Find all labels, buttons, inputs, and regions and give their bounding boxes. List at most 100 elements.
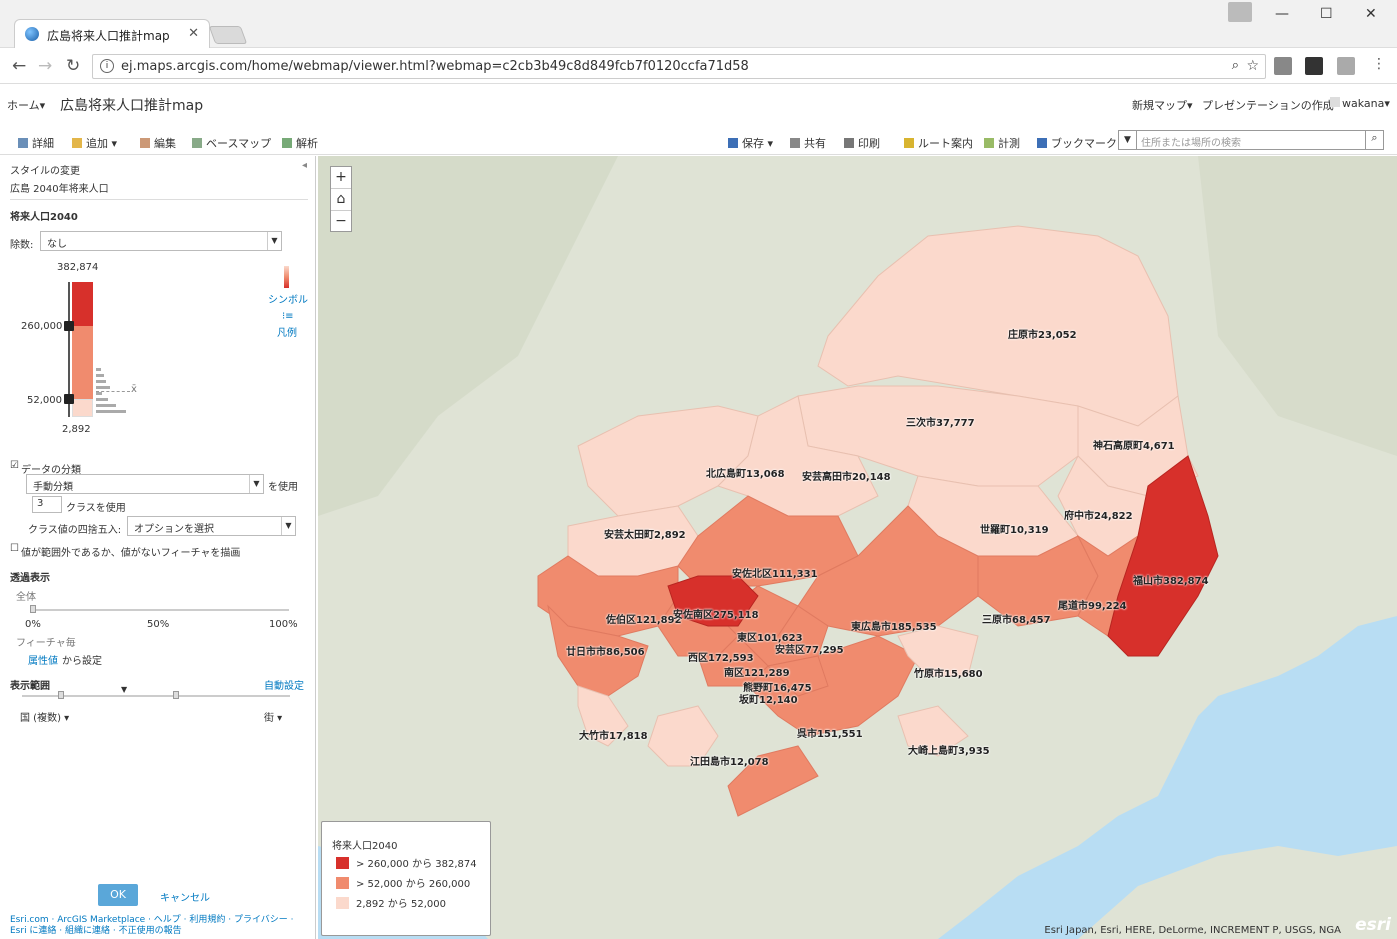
pct-0: 0% — [25, 619, 41, 630]
layer-name: 広島 2040年将来人口 — [10, 184, 109, 195]
divide-label: 除数: — [10, 240, 34, 251]
details-button[interactable]: 詳細 — [18, 135, 54, 151]
classify-checkbox[interactable]: ☑ — [10, 460, 19, 471]
legend-link[interactable]: 凡例 — [277, 324, 297, 339]
field-name: 将来人口2040 — [10, 212, 78, 223]
range-min-select[interactable]: 国 (複数) ▾ — [20, 709, 69, 724]
home-extent-icon[interactable]: ⌂ — [331, 189, 351, 211]
zoom-in-button[interactable]: + — [331, 167, 351, 189]
basemap-button[interactable]: ベースマップ — [192, 135, 271, 151]
search-box[interactable]: ▼ 住所または場所の検索 ⌕ — [1118, 130, 1384, 150]
rounding-select[interactable]: オプションを選択 ▼ — [127, 516, 296, 536]
legend-title: 将来人口2040 — [332, 841, 398, 852]
save-label: 保存 ▾ — [742, 137, 774, 150]
minimize-icon[interactable]: — — [1275, 6, 1289, 22]
profile-icon[interactable] — [1228, 2, 1252, 22]
municipality-label: 大崎上島町3,935 — [908, 746, 990, 757]
back-icon[interactable]: ← — [12, 56, 26, 76]
map-title: 広島将来人口推計map — [60, 98, 204, 114]
class-ramp-low — [72, 399, 93, 417]
edit-label: 編集 — [154, 137, 176, 150]
share-button[interactable]: 共有 — [790, 135, 826, 151]
new-map-menu[interactable]: 新規マップ▾ — [1132, 97, 1193, 113]
extension-film-icon[interactable] — [1305, 57, 1323, 75]
municipality-label: 南区121,289 — [724, 668, 790, 679]
chevron-down-icon: ▼ — [281, 517, 295, 535]
edit-button[interactable]: 編集 — [140, 135, 176, 151]
search-dropdown-icon[interactable]: ▼ — [1119, 131, 1137, 149]
search-placeholder[interactable]: 住所または場所の検索 — [1141, 134, 1241, 149]
save-button[interactable]: 保存 ▾ — [728, 135, 773, 151]
maximize-icon[interactable]: ☐ — [1320, 6, 1333, 22]
break-high-handle[interactable] — [64, 321, 74, 331]
extension-s-icon[interactable] — [1274, 57, 1292, 75]
create-presentation-link[interactable]: プレゼンテーションの作成 — [1202, 97, 1334, 113]
transparency-slider[interactable] — [33, 609, 289, 611]
menu-icon[interactable]: ⋮ — [1372, 56, 1386, 72]
symbol-ramp-icon[interactable] — [284, 266, 289, 288]
range-max-handle[interactable] — [173, 691, 179, 699]
chevron-down-icon: ▼ — [249, 475, 263, 493]
municipality-label: 三次市37,777 — [906, 418, 975, 429]
new-tab-button[interactable] — [208, 26, 248, 44]
zoom-lens-icon[interactable]: ⌕ — [1232, 58, 1239, 73]
window-close-icon[interactable]: ✕ — [1365, 6, 1377, 22]
class-use-label: クラスを使用 — [66, 503, 126, 514]
max-value: 382,874 — [57, 262, 99, 273]
cancel-button[interactable]: キャンセル — [160, 889, 210, 904]
details-label: 詳細 — [32, 137, 54, 150]
forward-icon[interactable]: → — [38, 56, 52, 76]
range-min-handle[interactable] — [58, 691, 64, 699]
range-max-select[interactable]: 街 ▾ — [264, 709, 282, 724]
user-menu[interactable]: wakana▾ — [1330, 97, 1390, 110]
break-low-value: 52,000 — [27, 395, 62, 406]
bookmarks-button[interactable]: ブックマーク — [1037, 135, 1117, 151]
break-low-handle[interactable] — [64, 394, 74, 404]
measure-label: 計測 — [998, 137, 1020, 150]
ok-button[interactable]: OK — [98, 884, 138, 906]
municipality-label: 福山市382,874 — [1133, 576, 1209, 587]
extension-grid-icon[interactable] — [1337, 57, 1355, 75]
classification-method-select[interactable]: 手動分類 ▼ — [26, 474, 264, 494]
municipality-label: 大竹市17,818 — [579, 731, 648, 742]
municipality-label: 府中市24,822 — [1064, 511, 1133, 522]
bookmark-star-icon[interactable]: ☆ — [1246, 58, 1259, 74]
reload-icon[interactable]: ↻ — [66, 56, 80, 76]
municipality-label: 神石高原町4,671 — [1093, 441, 1175, 452]
measure-button[interactable]: 計測 — [984, 135, 1020, 151]
add-button[interactable]: 追加 ▾ — [72, 135, 117, 151]
auto-set-link[interactable]: 自動設定 — [264, 677, 304, 692]
app-header: ホーム▾ 広島将来人口推計map 新規マップ▾ プレゼンテーションの作成 wak… — [0, 85, 1397, 125]
divide-by-select[interactable]: なし ▼ — [40, 231, 282, 251]
analysis-button[interactable]: 解析 — [282, 135, 318, 151]
print-button[interactable]: 印刷 — [844, 135, 880, 151]
collapse-panel-icon[interactable]: ◂ — [302, 160, 307, 171]
url-field[interactable]: i ej.maps.arcgis.com/home/webmap/viewer.… — [92, 54, 1266, 79]
zoom-control: + ⌂ − — [330, 166, 352, 232]
transparency-handle[interactable] — [30, 605, 36, 613]
directions-button[interactable]: ルート案内 — [904, 135, 973, 151]
class-count-stepper[interactable]: 3 — [32, 496, 62, 513]
out-of-range-checkbox[interactable]: ☐ — [10, 543, 19, 554]
edit-icon — [140, 138, 150, 148]
map-view[interactable]: 庄原市23,052 三次市37,777 神石高原町4,671 北広島町13,068 安芸… — [318, 156, 1397, 939]
map-attribution: Esri Japan, Esri, HERE, DeLorme, INCREME… — [1044, 925, 1341, 936]
style-panel: スタイルの変更 ◂ 広島 2040年将来人口 将来人口2040 除数: なし ▼ … — [0, 156, 316, 939]
chevron-down-icon: ▼ — [267, 232, 281, 250]
panel-header: スタイルの変更 — [10, 166, 80, 177]
municipality-label: 庄原市23,052 — [1008, 330, 1077, 341]
user-name: wakana▾ — [1342, 97, 1390, 110]
legend-list-icon[interactable]: ⁝≡ — [282, 311, 294, 322]
browser-tab[interactable]: 広島将来人口推計map ✕ — [14, 19, 210, 48]
symbol-link[interactable]: シンボル — [268, 291, 308, 306]
zoom-out-button[interactable]: − — [331, 211, 351, 233]
municipality-label: 安芸太田町2,892 — [604, 530, 686, 541]
class-ramp-mid — [72, 326, 93, 399]
footer-links[interactable]: Esri.com · ArcGIS Marketplace · ヘルプ · 利用… — [10, 915, 308, 937]
attribute-value-link[interactable]: 属性値 — [28, 652, 58, 667]
search-icon[interactable]: ⌕ — [1365, 131, 1383, 149]
info-icon[interactable]: i — [100, 59, 114, 73]
home-menu[interactable]: ホーム▾ — [7, 97, 45, 113]
legend-item: > 52,000 から 260,000 — [336, 875, 470, 890]
close-tab-icon[interactable]: ✕ — [188, 26, 199, 41]
